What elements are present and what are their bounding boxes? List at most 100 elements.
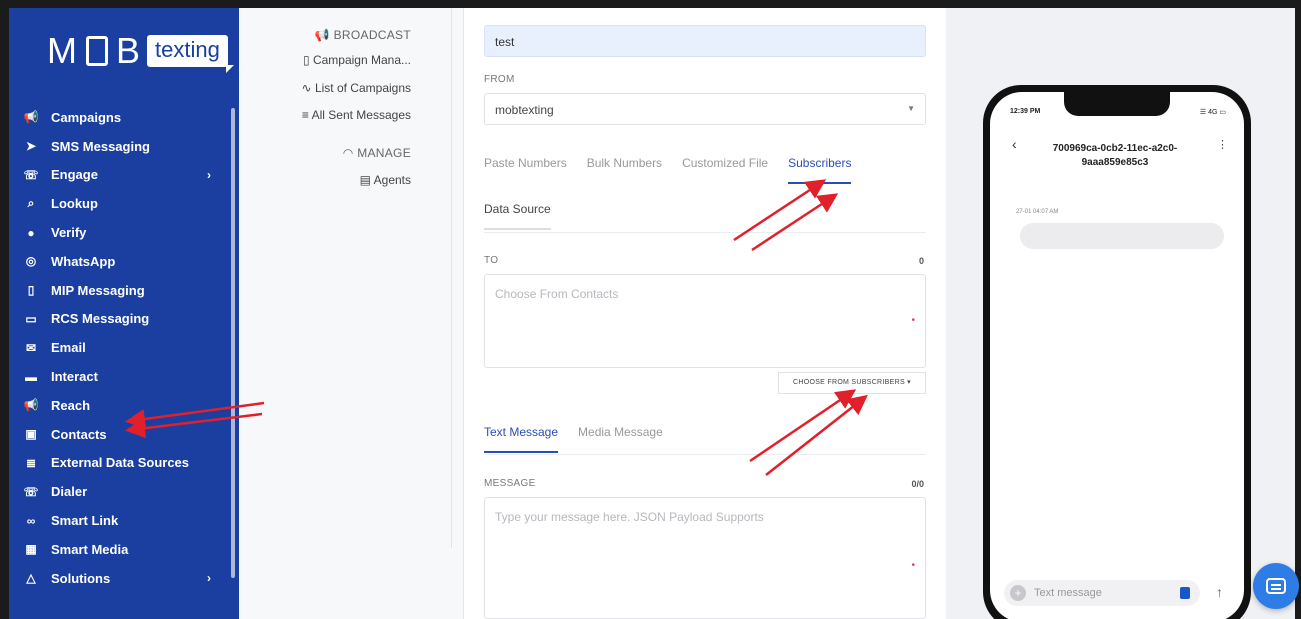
sidebar-item-label: MIP Messaging — [51, 282, 145, 298]
tab-text-message[interactable]: Text Message — [484, 425, 559, 453]
sidebar-item-email[interactable]: ✉ Email — [9, 333, 231, 362]
submenu-divider — [451, 8, 452, 548]
sidebar-item-label: Contacts — [51, 426, 107, 442]
to-count: 0 — [918, 256, 924, 266]
megaphone-icon: 📢 — [314, 28, 330, 42]
submenu-item-agents[interactable]: ▤ Agents — [360, 173, 411, 187]
submenu-item-campaign-manager[interactable]: ▯ Campaign Mana... — [303, 53, 411, 67]
kebab-menu-icon[interactable]: ⋮ — [1217, 138, 1228, 151]
plus-icon[interactable]: + — [1010, 585, 1026, 601]
tab-subscribers[interactable]: Subscribers — [788, 156, 852, 184]
sidebar-item-label: Solutions — [51, 570, 111, 586]
sidebar-item-whatsapp[interactable]: ◎ WhatsApp — [9, 247, 231, 276]
link-icon: ∞ — [26, 513, 36, 528]
sidebar-item-reach[interactable]: 📢 Reach — [9, 391, 231, 420]
required-marker: • — [911, 315, 915, 326]
to-textarea[interactable]: Choose From Contacts • — [484, 274, 926, 368]
phone-icon: ☏ — [23, 167, 39, 182]
status-icons: ☰ 4G ▭ — [1199, 109, 1226, 116]
window-left-frame — [0, 0, 9, 619]
logo-letter-m: M — [47, 30, 78, 71]
sidebar-item-label: Reach — [51, 397, 91, 413]
message-composer[interactable]: + Text message — [1004, 580, 1200, 606]
message-label: MESSAGE — [484, 478, 536, 489]
chat-support-button[interactable] — [1253, 563, 1299, 609]
submenu-item-label: All Sent Messages — [311, 108, 411, 122]
tab-media-message[interactable]: Media Message — [578, 425, 663, 453]
campaign-name-input[interactable]: test — [484, 25, 926, 57]
source-tabs: Paste Numbers Bulk Numbers Customized Fi… — [484, 156, 852, 184]
submenu-item-label: Campaign Mana... — [312, 53, 411, 67]
status-time: 12:39 PM — [1010, 108, 1041, 115]
sidebar-item-label: WhatsApp — [51, 253, 116, 269]
phone-notch — [1064, 92, 1170, 116]
email-icon: ✉ — [25, 340, 37, 355]
sidebar-item-smart-link[interactable]: ∞ Smart Link — [9, 506, 231, 535]
back-arrow-icon[interactable]: ‹ — [1012, 136, 1017, 152]
sidebar-item-label: Verify — [51, 225, 87, 241]
phone-icon: ☏ — [23, 484, 39, 499]
mobile-icon: ▯ — [302, 53, 310, 67]
logo-box — [86, 36, 108, 66]
sidebar-item-solutions[interactable]: △ Solutions › — [9, 564, 231, 593]
sidebar-item-interact[interactable]: ▬ Interact — [9, 362, 231, 391]
sidebar-item-label: Campaigns — [51, 109, 122, 125]
tab-bulk-numbers[interactable]: Bulk Numbers — [587, 156, 662, 184]
sidebar-item-rcs-messaging[interactable]: ▭ RCS Messaging — [9, 305, 231, 334]
logo-tag-texting: texting — [147, 35, 234, 73]
agents-icon: ▤ — [359, 173, 371, 187]
choose-from-subscribers-button[interactable]: CHOOSE FROM SUBSCRIBERS ▾ — [778, 372, 926, 394]
message-textarea[interactable]: Type your message here. JSON Payload Sup… — [484, 497, 926, 619]
sidebar-scrollbar[interactable] — [231, 108, 235, 578]
phone-mockup: 12:39 PM ☰ 4G ▭ ‹ 700969ca-0cb2-11ec-a2c… — [983, 85, 1251, 619]
tab-data-source[interactable]: Data Source — [484, 202, 551, 230]
submenu-section-label: BROADCAST — [333, 28, 411, 42]
chevron-right-icon: › — [207, 571, 211, 586]
sidebar-item-sms-messaging[interactable]: ➤ SMS Messaging — [9, 132, 231, 161]
submenu-panel: 📢 BROADCAST ▯ Campaign Mana... ∿ List of… — [239, 8, 464, 619]
send-icon: ➤ — [25, 139, 37, 154]
sidebar-item-lookup[interactable]: ⌕ Lookup — [9, 189, 231, 218]
sidebar-item-external-data-sources[interactable]: ≣ External Data Sources — [9, 449, 231, 478]
message-bubble — [1020, 223, 1224, 249]
message-timestamp: 27-01 04:07 AM — [1016, 209, 1059, 215]
sidebar-item-label: RCS Messaging — [51, 311, 150, 327]
send-arrow-icon[interactable]: ↑ — [1216, 584, 1223, 600]
sidebar-item-label: Interact — [51, 369, 98, 385]
sidebar-item-label: Email — [51, 340, 86, 356]
message-tabs: Text Message Media Message — [484, 425, 663, 453]
submenu-item-list-of-campaigns[interactable]: ∿ List of Campaigns — [302, 81, 411, 95]
from-select[interactable]: mobtexting ▼ — [484, 93, 926, 125]
shield-icon: ● — [27, 225, 35, 240]
sidebar-item-mip-messaging[interactable]: ▯ MIP Messaging — [9, 276, 231, 305]
submenu-item-all-sent-messages[interactable]: ≡ All Sent Messages — [302, 108, 411, 122]
sidebar-item-label: Engage — [51, 167, 98, 183]
submenu-section-broadcast: 📢 BROADCAST — [315, 28, 411, 42]
caret-down-icon: ▼ — [907, 104, 915, 113]
chat-icon: ▭ — [25, 311, 37, 326]
sidebar-item-engage[interactable]: ☏ Engage › — [9, 161, 231, 190]
mobtexting-logo[interactable]: M B texting — [47, 26, 234, 76]
submenu-item-label: List of Campaigns — [314, 81, 411, 95]
campaign-form: test FROM mobtexting ▼ Paste Numbers Bul… — [464, 8, 946, 619]
sidebar-item-verify[interactable]: ● Verify — [9, 218, 231, 247]
submenu-item-label: Agents — [373, 173, 411, 187]
media-icon: ▦ — [25, 542, 37, 557]
sidebar-item-campaigns[interactable]: 📢 Campaigns — [9, 103, 231, 132]
window-right-frame — [1295, 0, 1301, 619]
sidebar: M B texting 📢 Campaigns ➤ SMS Messaging ☏ E… — [9, 8, 239, 619]
divider — [484, 232, 926, 233]
composer-placeholder: Text message — [1034, 587, 1102, 599]
sidebar-item-smart-media[interactable]: ▦ Smart Media — [9, 535, 231, 564]
tab-customized-file[interactable]: Customized File — [682, 156, 768, 184]
list-icon: ≡ — [301, 108, 309, 122]
megaphone-icon: 📢 — [23, 398, 39, 413]
activity-icon: ∿ — [301, 81, 312, 95]
sidebar-item-label: Smart Media — [51, 541, 129, 557]
headset-icon: ◠ — [342, 146, 354, 160]
sidebar-item-label: External Data Sources — [51, 455, 190, 471]
sidebar-item-dialer[interactable]: ☏ Dialer — [9, 477, 231, 506]
tab-paste-numbers[interactable]: Paste Numbers — [484, 156, 567, 184]
mobile-icon: ▯ — [27, 283, 35, 298]
sidebar-item-contacts[interactable]: ▣ Contacts — [9, 420, 231, 449]
